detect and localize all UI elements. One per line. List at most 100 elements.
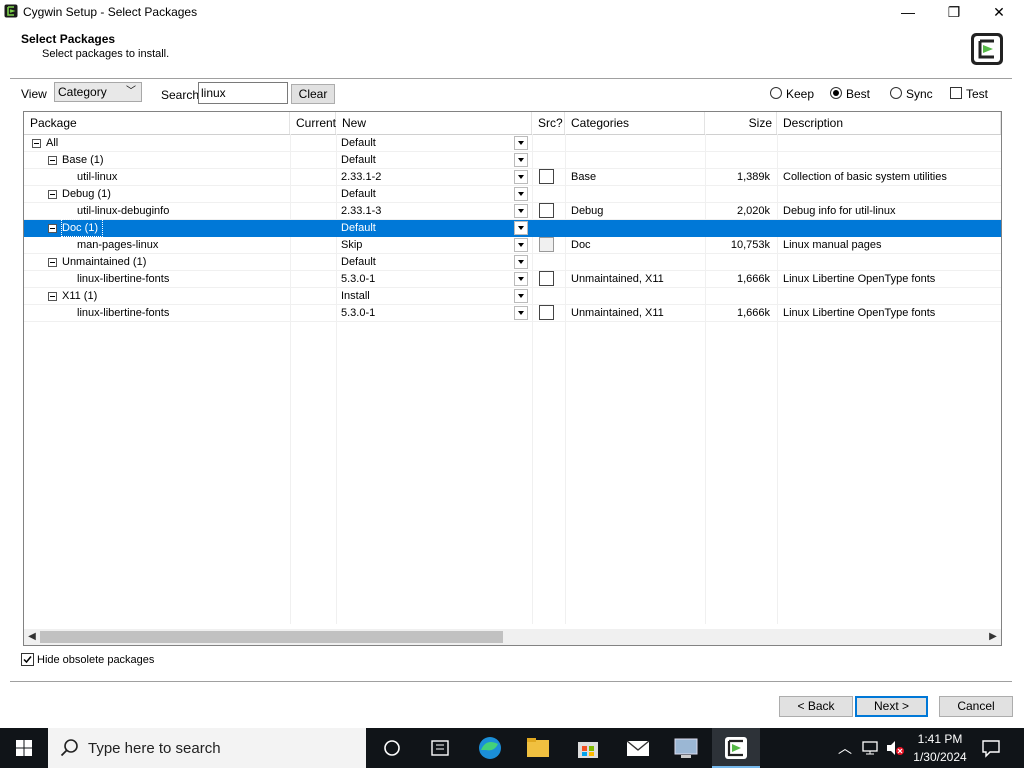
- package-name: man-pages-linux: [77, 239, 159, 251]
- clear-button[interactable]: Clear: [291, 84, 335, 104]
- package-categories: Unmaintained, X11: [571, 273, 664, 285]
- package-name: X11 (1): [62, 290, 98, 302]
- current-version: [296, 254, 336, 270]
- column-src[interactable]: Src?: [532, 112, 565, 134]
- table-row[interactable]: linux-libertine-fonts 5.3.0-1 Unmaintained…: [24, 305, 1001, 322]
- maximize-button[interactable]: ❐: [931, 0, 977, 24]
- collapse-toggle-icon[interactable]: [48, 224, 57, 233]
- table-row[interactable]: util-linux 2.33.1-2 Base 1,389k Collection o…: [24, 169, 1001, 186]
- src-checkbox[interactable]: [539, 305, 554, 320]
- show-hidden-icons-icon[interactable]: ︿: [838, 738, 852, 758]
- new-version-select: 2.33.1-2: [341, 171, 382, 183]
- current-version: [296, 237, 336, 253]
- test-checkbox[interactable]: [950, 87, 962, 99]
- new-version-select: 5.3.0-1: [341, 273, 376, 285]
- src-checkbox[interactable]: [539, 237, 554, 252]
- column-package[interactable]: Package: [24, 112, 290, 134]
- package-list[interactable]: Package Current New Src? Categories Size…: [23, 111, 1002, 646]
- scrollbar-thumb[interactable]: [40, 631, 503, 643]
- dropdown-arrow-icon[interactable]: [514, 272, 528, 286]
- package-size: 1,389k: [736, 171, 770, 183]
- taskbar-active-app[interactable]: [712, 728, 760, 768]
- edge-browser-icon[interactable]: [466, 728, 514, 768]
- scroll-right-icon[interactable]: ▶: [985, 629, 1001, 645]
- table-row[interactable]: Debug (1) Default: [24, 186, 1001, 203]
- view-select[interactable]: Category ﹀: [54, 82, 142, 102]
- task-view-icon[interactable]: [368, 728, 416, 768]
- collapse-toggle-icon[interactable]: [48, 156, 57, 165]
- minimize-button[interactable]: —: [885, 0, 931, 24]
- sync-radio[interactable]: [890, 87, 902, 99]
- windows-start-icon[interactable]: [0, 728, 48, 768]
- package-name: Base (1): [62, 154, 104, 166]
- src-checkbox[interactable]: [539, 169, 554, 184]
- table-row[interactable]: X11 (1) Install: [24, 288, 1001, 305]
- column-new[interactable]: New: [336, 112, 532, 134]
- next-button[interactable]: Next >: [855, 696, 928, 717]
- package-description: [783, 152, 998, 168]
- package-name: linux-libertine-fonts: [77, 273, 170, 285]
- mail-icon[interactable]: [614, 728, 662, 768]
- collapse-toggle-icon[interactable]: [32, 139, 41, 148]
- package-categories: Debug: [571, 205, 604, 217]
- search-icon: [60, 739, 78, 757]
- table-row[interactable]: linux-libertine-fonts 5.3.0-1 Unmaintained…: [24, 271, 1001, 288]
- search-input[interactable]: [198, 82, 288, 104]
- widgets-icon[interactable]: [416, 728, 464, 768]
- dropdown-arrow-icon[interactable]: [514, 204, 528, 218]
- dropdown-arrow-icon[interactable]: [514, 238, 528, 252]
- table-row[interactable]: Base (1) Default: [24, 152, 1001, 169]
- new-version-select: Skip: [341, 239, 363, 251]
- package-categories: [571, 152, 701, 168]
- file-explorer-icon[interactable]: [514, 728, 562, 768]
- volume-muted-icon[interactable]: [884, 738, 906, 758]
- dropdown-arrow-icon[interactable]: [514, 187, 528, 201]
- network-icon[interactable]: [860, 738, 880, 758]
- chevron-down-icon: ﹀: [126, 86, 136, 97]
- keep-radio[interactable]: [770, 87, 782, 99]
- table-row[interactable]: man-pages-linux Skip Doc 10,753k Linux manua…: [24, 237, 1001, 254]
- page-title: Select Packages: [21, 32, 116, 46]
- clock-date[interactable]: 1/30/2024: [904, 750, 976, 764]
- dropdown-arrow-icon[interactable]: [514, 170, 528, 184]
- view-select-value: Category: [58, 85, 107, 99]
- view-label: View: [21, 87, 47, 101]
- dropdown-arrow-icon[interactable]: [514, 289, 528, 303]
- table-row[interactable]: util-linux-debuginfo 2.33.1-3 Debug 2,020k D…: [24, 203, 1001, 220]
- horizontal-scrollbar[interactable]: ◀ ▶: [24, 629, 1001, 645]
- collapse-toggle-icon[interactable]: [48, 258, 57, 267]
- hide-obsolete-checkbox[interactable]: [21, 653, 34, 666]
- dropdown-arrow-icon[interactable]: [514, 221, 528, 235]
- table-row[interactable]: Doc (1) Default: [24, 219, 1001, 237]
- best-radio[interactable]: [830, 87, 842, 99]
- src-checkbox[interactable]: [539, 271, 554, 286]
- new-version-select: Default: [341, 137, 376, 149]
- close-button[interactable]: ✕: [976, 0, 1022, 24]
- remote-desktop-icon[interactable]: [662, 728, 710, 768]
- package-size: [705, 152, 770, 168]
- back-button[interactable]: < Back: [779, 696, 853, 717]
- table-row[interactable]: Unmaintained (1) Default: [24, 254, 1001, 271]
- new-version-select: Default: [341, 188, 376, 200]
- test-checkbox-label: Test: [966, 87, 989, 101]
- column-size[interactable]: Size: [705, 112, 777, 134]
- collapse-toggle-icon[interactable]: [48, 190, 57, 199]
- window-title: Cygwin Setup - Select Packages: [23, 5, 198, 19]
- clock-time[interactable]: 1:41 PM: [912, 732, 968, 746]
- src-checkbox[interactable]: [539, 203, 554, 218]
- current-version: [296, 152, 336, 168]
- collapse-toggle-icon[interactable]: [48, 292, 57, 301]
- table-row[interactable]: All Default: [24, 135, 1001, 152]
- checkmark-icon: [23, 656, 32, 664]
- scroll-left-icon[interactable]: ◀: [24, 629, 40, 645]
- dropdown-arrow-icon[interactable]: [514, 255, 528, 269]
- column-description[interactable]: Description: [777, 112, 1001, 134]
- dropdown-arrow-icon[interactable]: [514, 153, 528, 167]
- column-categories[interactable]: Categories: [565, 112, 705, 134]
- notification-icon[interactable]: [980, 738, 1002, 758]
- store-icon[interactable]: [564, 728, 612, 768]
- cancel-button[interactable]: Cancel: [939, 696, 1013, 717]
- dropdown-arrow-icon[interactable]: [514, 306, 528, 320]
- column-current[interactable]: Current: [290, 112, 336, 134]
- dropdown-arrow-icon[interactable]: [514, 136, 528, 150]
